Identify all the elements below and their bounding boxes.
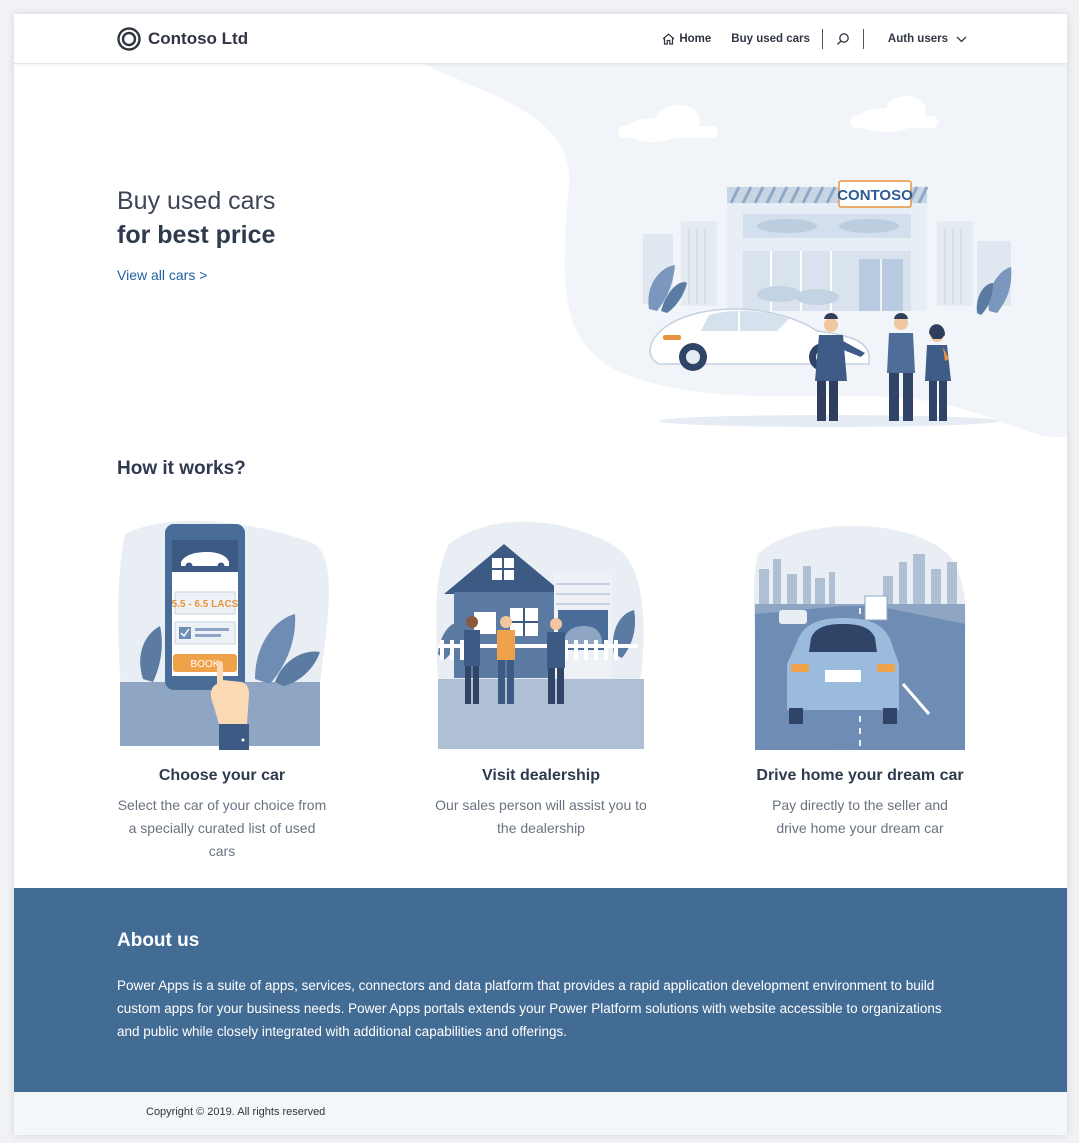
step-choose-car: 5.5 - 6.5 LACS BOOK Choose your car Sele… [92, 514, 352, 863]
auth-users-label: Auth users [887, 33, 948, 45]
main-nav: Home Buy used cars Auth users [662, 14, 967, 64]
step-description: Our sales person will assist you to the … [435, 797, 647, 836]
about-text: Power Apps is a suite of apps, services,… [117, 978, 942, 1039]
nav-home-link[interactable]: Home [662, 33, 711, 45]
nav-buy-used-cars-link[interactable]: Buy used cars [731, 33, 810, 45]
step-title: Visit dealership [482, 767, 600, 784]
home-icon [662, 33, 675, 45]
nav-home-label: Home [679, 33, 712, 45]
highway-car-illustration [753, 525, 966, 751]
about-section: About us Power Apps is a suite of apps, … [14, 888, 1067, 1092]
how-it-works-title: How it works? [117, 458, 246, 479]
copyright-text: Copyright © 2019. All rights reserved [146, 1106, 326, 1118]
nav-divider [821, 29, 823, 49]
nav-buy-used-cars-label: Buy used cars [731, 33, 810, 45]
step-description: Pay directly to the seller and drive hom… [772, 797, 948, 836]
phone-book-button: BOOK [190, 659, 219, 670]
auth-users-dropdown[interactable]: Auth users [888, 33, 967, 45]
search-button[interactable] [835, 31, 851, 47]
search-icon [836, 33, 849, 45]
phone-booking-illustration: 5.5 - 6.5 LACS BOOK [117, 520, 329, 750]
page: Contoso Ltd Home Buy used cars Auth user… [14, 14, 1067, 1135]
step-drive-home: Drive home your dream car Pay directly t… [730, 514, 990, 840]
hero-title-line2: for best price [117, 221, 276, 249]
brand-name: Contoso Ltd [148, 29, 249, 48]
step-description: Select the car of your choice from a spe… [117, 797, 327, 859]
nav-divider [862, 29, 864, 49]
step-title: Choose your car [158, 767, 286, 784]
house-meeting-illustration [435, 521, 644, 750]
chevron-down-icon [956, 36, 967, 42]
dealership-illustration: CONTOSO [643, 180, 1012, 427]
contoso-sign: CONTOSO [837, 187, 913, 204]
step-title: Drive home your dream car [756, 767, 964, 784]
phone-price-label: 5.5 - 6.5 LACS [171, 599, 238, 610]
hero-title-line1: Buy used cars [117, 187, 276, 215]
footer: Copyright © 2019. All rights reserved [14, 1092, 1067, 1135]
step-visit-dealership: Visit dealership Our sales person will a… [411, 514, 671, 840]
contoso-logo-icon [117, 27, 141, 51]
view-all-cars-link[interactable]: View all cars > [117, 267, 207, 283]
top-nav-bar: Contoso Ltd Home Buy used cars Auth user… [14, 14, 1067, 64]
brand[interactable]: Contoso Ltd [117, 27, 248, 51]
about-title: About us [117, 930, 200, 951]
